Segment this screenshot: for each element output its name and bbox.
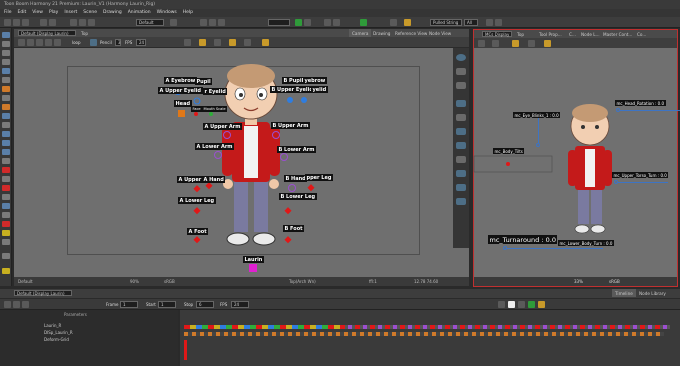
- timeline-grid[interactable]: [180, 310, 680, 366]
- mc-upper-torso-turn-handle[interactable]: [614, 180, 618, 184]
- frame-label: Frame: [106, 302, 119, 307]
- timeline-layers: Parameters Laurin_R DISp_Laurin_R Deform…: [0, 310, 178, 366]
- stop-value-field[interactable]: 6: [196, 301, 214, 308]
- tl-next-icon[interactable]: [518, 301, 525, 308]
- tl-loop-icon[interactable]: [528, 301, 535, 308]
- mc-head-rotation[interactable]: mc_Head_Rotation : 0.0: [615, 100, 666, 106]
- keyframes-row-2[interactable]: [340, 325, 670, 329]
- remove-layer-icon[interactable]: [13, 301, 20, 308]
- tab-timeline[interactable]: Timeline: [612, 289, 636, 297]
- tab-node-library-bottom[interactable]: Node Library: [636, 289, 669, 297]
- tl-play-icon[interactable]: [508, 301, 515, 308]
- mc-status-bar: 33% sRGB: [474, 277, 677, 286]
- mc-lower-body-turn[interactable]: mc_Lower_Body_Turn : 0.0: [558, 240, 614, 246]
- keyframes-row-3[interactable]: [184, 332, 664, 336]
- tl-sound-icon[interactable]: [538, 301, 545, 308]
- mc-status-zoom[interactable]: 33%: [574, 279, 583, 284]
- mc-head-rotation-handle[interactable]: [616, 108, 620, 112]
- frame-value-field[interactable]: 1: [120, 301, 138, 308]
- timeline-header: Default (Display Laurin) Timeline Node L…: [0, 289, 680, 298]
- layer-props-icon[interactable]: [22, 301, 29, 308]
- mc-status-color-space[interactable]: sRGB: [609, 279, 620, 284]
- timeline-toolbar: Frame 1 Start 1 Stop 6 FPS 24: [0, 299, 680, 310]
- stop-label: Stop: [184, 302, 194, 307]
- timeline-fps-field[interactable]: 24: [231, 301, 249, 308]
- timeline-fps-label: FPS: [220, 302, 228, 307]
- add-layer-icon[interactable]: [4, 301, 11, 308]
- start-label: Start: [146, 302, 156, 307]
- mc-body-tilts[interactable]: mc_Body_Tilts: [493, 148, 525, 154]
- mc-turnaround[interactable]: mc_Turnaround : 0.0: [488, 235, 558, 244]
- mc-turnaround-handle[interactable]: [503, 246, 507, 250]
- mc-eye-blinks[interactable]: mc_Eye_Blinks_1 : 0.0: [513, 112, 561, 118]
- tl-first-icon[interactable]: [498, 301, 505, 308]
- mc-eye-blinks-handle[interactable]: [536, 143, 540, 147]
- start-value-field[interactable]: 1: [158, 301, 176, 308]
- timeline-view-select[interactable]: Default (Display Laurin): [14, 290, 72, 296]
- playhead[interactable]: [184, 340, 187, 360]
- mc-upper-torso-turn[interactable]: mc_Upper_Torso_Turn : 0.0: [612, 172, 669, 178]
